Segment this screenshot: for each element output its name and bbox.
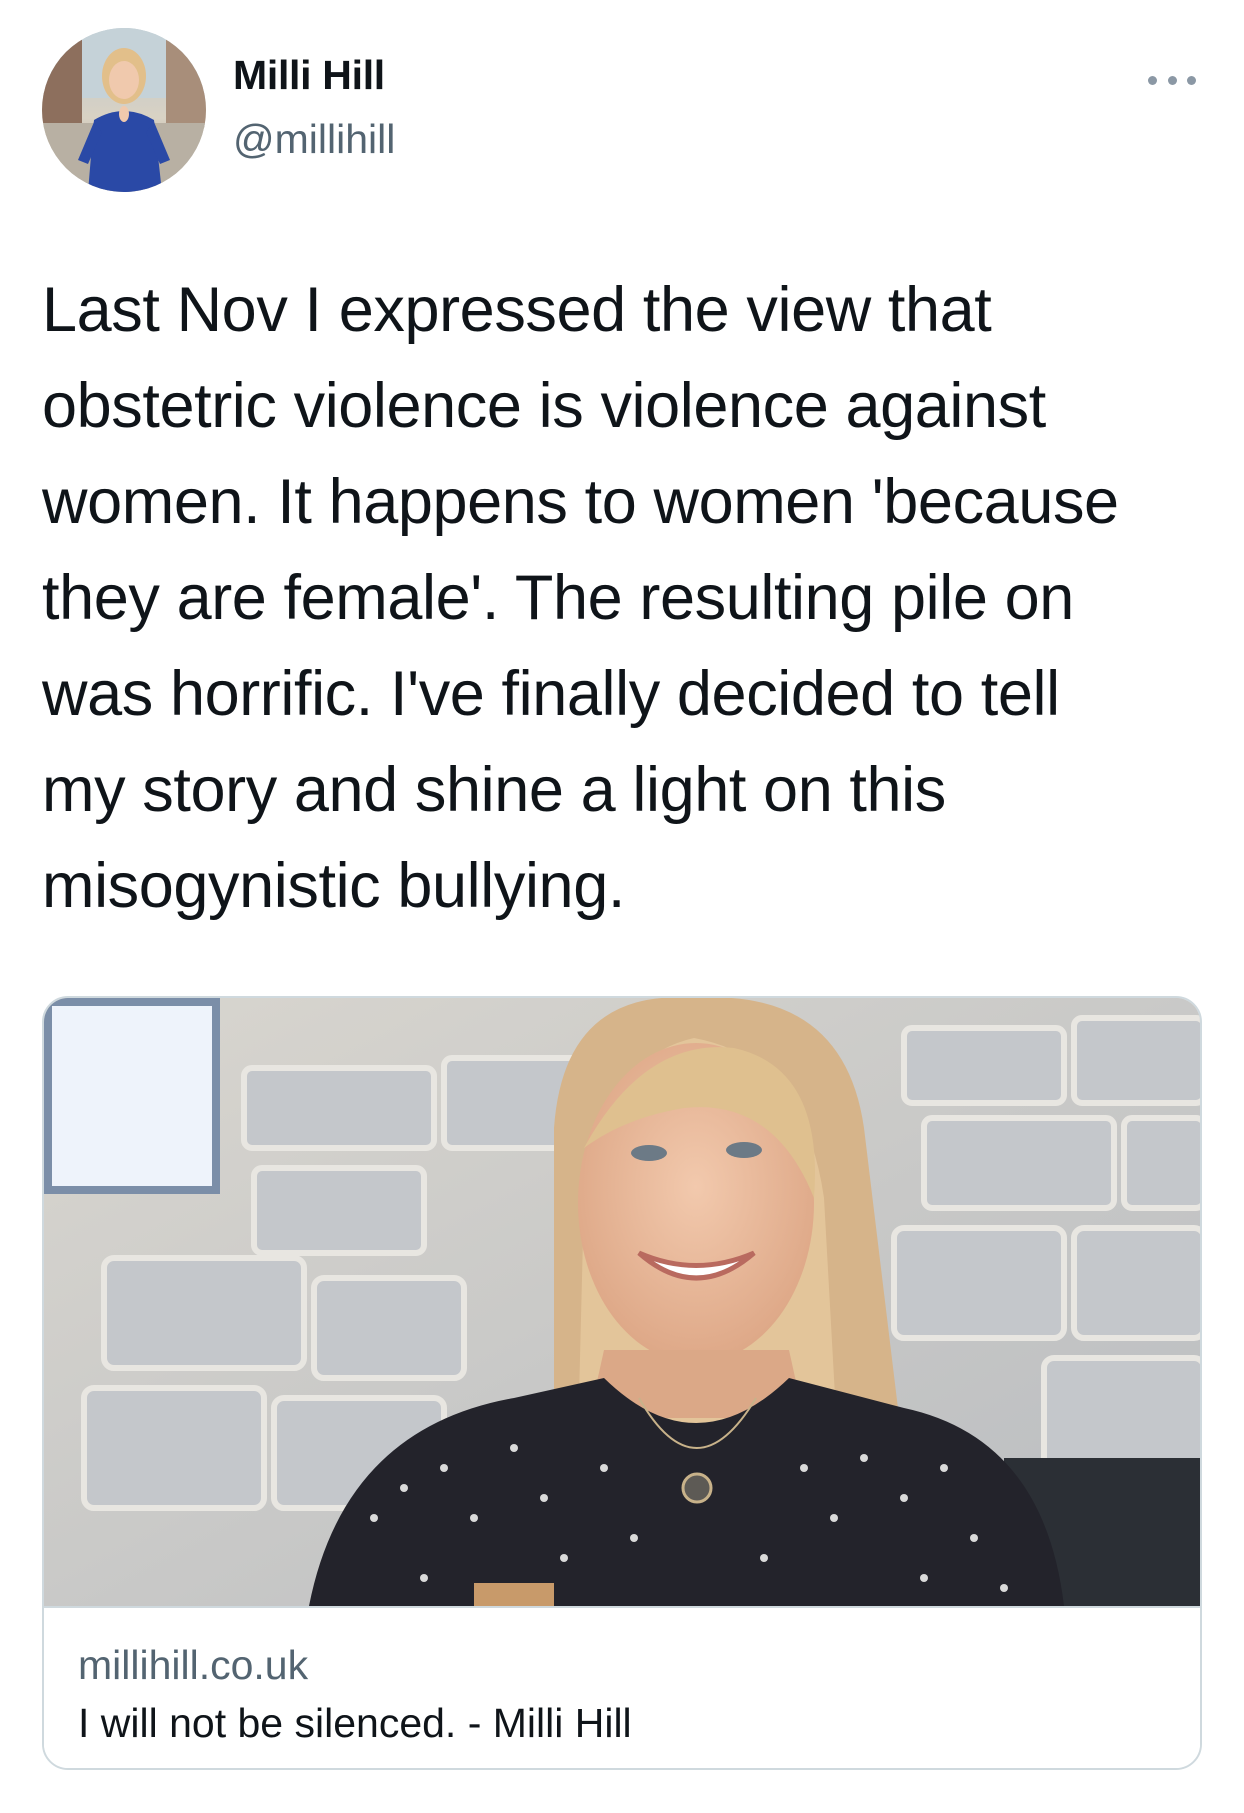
- link-card-image: [44, 998, 1200, 1606]
- tweet: Milli Hill @millihill Last Nov I express…: [0, 0, 1244, 1813]
- avatar[interactable]: [42, 28, 206, 192]
- author-handle[interactable]: @millihill: [233, 116, 395, 163]
- article-photo: [44, 998, 1200, 1606]
- avatar-photo: [42, 28, 206, 192]
- more-horizontal-icon-dot: [1187, 75, 1196, 85]
- link-card-meta: millihill.co.uk I will not be silenced. …: [44, 1606, 1200, 1768]
- more-options-button[interactable]: [1148, 62, 1196, 98]
- more-horizontal-icon: [1148, 75, 1157, 85]
- link-card-title[interactable]: I will not be silenced. - Milli Hill: [78, 1700, 632, 1747]
- author-name[interactable]: Milli Hill: [233, 52, 385, 99]
- tweet-text: Last Nov I expressed the view that obste…: [42, 275, 1119, 921]
- more-horizontal-icon-dot: [1167, 75, 1177, 85]
- link-card-domain: millihill.co.uk: [78, 1642, 309, 1688]
- link-card[interactable]: millihill.co.uk I will not be silenced. …: [42, 996, 1202, 1770]
